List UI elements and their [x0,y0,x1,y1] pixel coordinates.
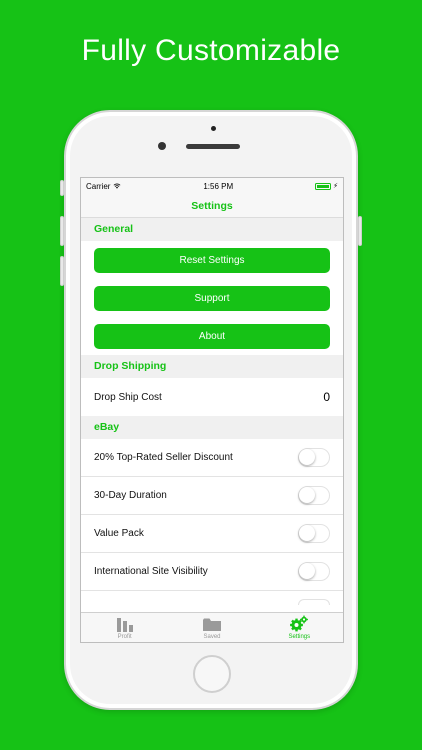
charging-bolt-icon: ⚡ [333,183,338,190]
section-header-general: General [81,218,343,241]
section-header-drop-shipping: Drop Shipping [81,355,343,378]
thirty-day-duration-label: 30-Day Duration [94,490,167,501]
tab-bar: Profit Saved Settings [81,612,343,642]
phone-volume-down [60,256,64,286]
toggle-knob [299,487,315,503]
tab-settings[interactable]: Settings [256,613,343,642]
toggle-knob [299,449,315,465]
nav-title: Settings [81,194,343,218]
drop-ship-cost-label: Drop Ship Cost [94,391,162,403]
tab-saved-label: Saved [203,634,221,640]
status-time: 1:56 PM [203,181,234,191]
thirty-day-duration-toggle[interactable] [298,486,330,505]
thirty-day-duration-row: 30-Day Duration [81,477,343,515]
earpiece-speaker [186,144,240,149]
toggle-knob [299,525,315,541]
phone-silent-switch [60,180,64,196]
carrier-label: Carrier [86,181,111,191]
about-button[interactable]: About [94,324,330,349]
value-pack-toggle[interactable] [298,524,330,543]
toggle-knob [299,563,315,579]
top-rated-discount-toggle[interactable] [298,448,330,467]
international-visibility-row: International Site Visibility [81,553,343,591]
battery-icon [315,182,332,190]
drop-ship-cost-row[interactable]: Drop Ship Cost 0 [81,378,343,416]
phone-power-button [358,216,362,246]
tab-profit[interactable]: Profit [81,613,168,642]
value-pack-label: Value Pack [94,528,144,539]
phone-screen: Carrier 1:56 PM ⚡ Settings General Reset… [80,177,344,643]
reset-settings-button[interactable]: Reset Settings [94,248,330,273]
top-rated-discount-row: 20% Top-Rated Seller Discount [81,439,343,477]
phone-frame: Carrier 1:56 PM ⚡ Settings General Reset… [60,110,362,710]
phone-volume-up [60,216,64,246]
front-camera [158,142,166,150]
partial-toggle[interactable] [298,599,330,605]
partial-row [81,591,343,605]
wifi-icon [114,183,121,189]
drop-ship-cost-value[interactable]: 0 [323,390,330,404]
bar-chart-icon [116,618,133,632]
folder-icon [202,618,221,631]
top-rated-discount-label: 20% Top-Rated Seller Discount [94,452,233,463]
tab-profit-label: Profit [117,634,132,640]
value-pack-row: Value Pack [81,515,343,553]
home-button[interactable] [193,655,231,693]
section-header-ebay: eBay [81,416,343,439]
status-bar: Carrier 1:56 PM ⚡ [81,178,343,194]
international-visibility-toggle[interactable] [298,562,330,581]
support-button[interactable]: Support [94,286,330,311]
tab-saved[interactable]: Saved [168,613,255,642]
headline: Fully Customizable [81,34,341,67]
tab-settings-label: Settings [288,634,311,640]
gears-icon [290,615,309,632]
proximity-sensor [211,126,216,131]
general-button-group: Reset Settings Support About [81,241,343,349]
international-visibility-label: International Site Visibility [94,566,208,577]
